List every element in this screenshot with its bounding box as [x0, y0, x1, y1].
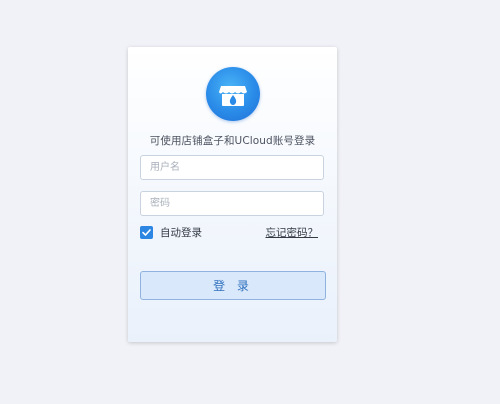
store-logo-icon	[206, 67, 260, 121]
forgot-password-link[interactable]: 忘记密码？	[266, 225, 319, 240]
password-input[interactable]	[140, 191, 324, 216]
login-subtitle: 可使用店铺盒子和UCloud账号登录	[149, 135, 316, 147]
check-icon	[142, 228, 151, 236]
login-page: 可使用店铺盒子和UCloud账号登录 自动登录 忘记密码？ 登 录	[0, 0, 500, 404]
checkbox-checked[interactable]	[140, 225, 153, 239]
auto-login-label: 自动登录	[160, 226, 202, 239]
store-icon	[219, 86, 247, 106]
login-button[interactable]: 登 录	[140, 271, 326, 300]
login-card: 可使用店铺盒子和UCloud账号登录 自动登录 忘记密码？ 登 录	[128, 47, 337, 342]
username-input[interactable]	[140, 155, 324, 180]
auto-login-checkbox[interactable]: 自动登录	[140, 225, 202, 239]
